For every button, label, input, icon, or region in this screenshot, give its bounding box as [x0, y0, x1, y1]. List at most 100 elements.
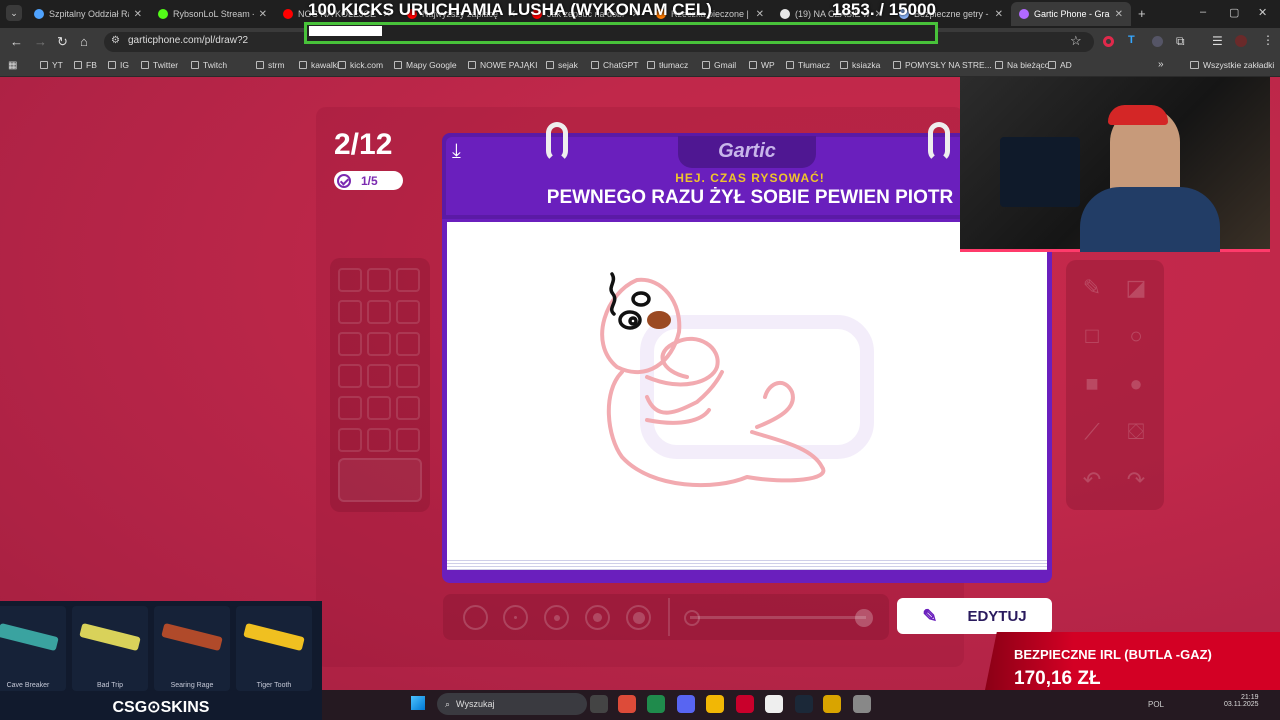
- download-icon[interactable]: ⤓: [452, 140, 461, 163]
- color-swatch[interactable]: [367, 300, 391, 324]
- minimize-icon[interactable]: –: [1200, 6, 1206, 18]
- settings-icon[interactable]: [853, 695, 871, 713]
- close-tab-icon[interactable]: ✕: [756, 9, 764, 20]
- close-tab-icon[interactable]: ✕: [1115, 9, 1123, 20]
- bookmark-item[interactable]: NOWE PAJĄKI: [468, 60, 537, 70]
- forward-icon[interactable]: →: [34, 34, 47, 49]
- record-extension-icon[interactable]: [1103, 36, 1114, 47]
- system-clock[interactable]: 21:19 03.11.2025: [1224, 694, 1259, 708]
- menu-icon[interactable]: ⋮: [1262, 33, 1274, 47]
- skin-card[interactable]: Cave Breaker: [0, 606, 66, 691]
- bookmark-item[interactable]: WP: [749, 60, 775, 70]
- new-tab-icon[interactable]: +: [1138, 6, 1146, 21]
- maximize-icon[interactable]: ▢: [1229, 6, 1239, 19]
- game-app-icon[interactable]: [823, 695, 841, 713]
- bookmark-item[interactable]: Twitch: [191, 60, 227, 70]
- skin-card[interactable]: Tiger Tooth: [236, 606, 312, 691]
- notepad-icon[interactable]: [765, 695, 783, 713]
- back-icon[interactable]: ←: [10, 34, 23, 49]
- browser-tab[interactable]: RybsonLoL Stream - ✕: [150, 2, 275, 26]
- opera-icon[interactable]: [736, 695, 754, 713]
- apps-grid-icon[interactable]: ▦: [8, 60, 17, 71]
- edit-button[interactable]: ✎ EDYTUJ: [897, 598, 1052, 634]
- bookmark-item[interactable]: ksiazka: [840, 60, 880, 70]
- bookmark-item[interactable]: sejak: [546, 60, 578, 70]
- color-swatch[interactable]: [338, 332, 362, 356]
- task-view-icon[interactable]: [590, 695, 608, 713]
- shield-app-icon[interactable]: [647, 695, 665, 713]
- bookmark-item[interactable]: Na bieżąco: [995, 60, 1050, 70]
- discord-icon[interactable]: [677, 695, 695, 713]
- color-swatch[interactable]: [396, 396, 420, 420]
- language-indicator[interactable]: POL: [1148, 700, 1164, 709]
- site-info-icon[interactable]: ⚙: [111, 35, 120, 46]
- chrome-icon[interactable]: [618, 695, 636, 713]
- bookmark-item[interactable]: YT: [40, 60, 63, 70]
- home-icon[interactable]: ⌂: [80, 34, 88, 49]
- color-swatch[interactable]: [396, 268, 420, 292]
- bookmark-item[interactable]: POMYSŁY NA STRE...: [893, 60, 992, 70]
- close-window-icon[interactable]: ✕: [1258, 6, 1267, 19]
- color-swatch[interactable]: [338, 364, 362, 388]
- bookmark-item[interactable]: Twitter: [141, 60, 178, 70]
- skin-card[interactable]: Searing Rage: [154, 606, 230, 691]
- color-swatch[interactable]: [367, 332, 391, 356]
- more-bookmarks-icon[interactable]: »: [1158, 59, 1164, 70]
- bookmark-item[interactable]: IG: [108, 60, 129, 70]
- bookmark-star-icon[interactable]: ☆: [1070, 33, 1082, 49]
- skin-card[interactable]: Bad Trip: [72, 606, 148, 691]
- bookmark-item[interactable]: kick.com: [338, 60, 383, 70]
- brush-size-button[interactable]: [503, 605, 528, 630]
- bucket-icon[interactable]: ⛋: [1118, 414, 1154, 450]
- brush-size-button[interactable]: [544, 605, 569, 630]
- reading-list-icon[interactable]: ☰: [1212, 34, 1223, 48]
- bookmark-item[interactable]: AD: [1048, 60, 1072, 70]
- color-swatch[interactable]: [338, 396, 362, 420]
- browser-tab[interactable]: Szpitalny Oddział Ra ✕: [26, 2, 150, 26]
- color-preview[interactable]: [338, 458, 422, 502]
- browser-tab[interactable]: Gartic Phone - Gra w ✕: [1011, 2, 1131, 26]
- pencil-icon[interactable]: ✎: [1074, 270, 1110, 306]
- filled-circle-icon[interactable]: ●: [1118, 366, 1154, 402]
- profile-avatar[interactable]: [1235, 35, 1247, 47]
- brush-size-button[interactable]: [585, 605, 610, 630]
- circle-icon[interactable]: ○: [1118, 318, 1154, 354]
- square-icon[interactable]: □: [1074, 318, 1110, 354]
- steam-icon[interactable]: [795, 695, 813, 713]
- bookmark-item[interactable]: strm: [256, 60, 285, 70]
- bookmark-item[interactable]: FB: [74, 60, 97, 70]
- brush-size-button[interactable]: [626, 605, 651, 630]
- bookmark-item[interactable]: tłumacz: [647, 60, 688, 70]
- color-swatch[interactable]: [367, 428, 391, 452]
- taskbar-search[interactable]: ⌕ Wyszukaj: [437, 693, 587, 715]
- bookmark-item[interactable]: Tłumacz: [786, 60, 830, 70]
- line-icon[interactable]: ⟋: [1074, 414, 1110, 450]
- color-swatch[interactable]: [367, 396, 391, 420]
- extensions-puzzle-icon[interactable]: ⧉: [1176, 34, 1185, 49]
- translate-extension-icon[interactable]: T: [1128, 34, 1135, 46]
- opacity-slider-handle[interactable]: [855, 609, 873, 627]
- all-bookmarks-button[interactable]: Wszystkie zakładki: [1190, 60, 1274, 70]
- opacity-slider[interactable]: [690, 616, 866, 619]
- bookmark-item[interactable]: kawalki: [299, 60, 339, 70]
- bookmark-item[interactable]: Mapy Google: [394, 60, 457, 70]
- reload-icon[interactable]: ↻: [57, 34, 68, 50]
- file-explorer-icon[interactable]: [706, 695, 724, 713]
- bookmark-item[interactable]: Gmail: [702, 60, 736, 70]
- color-swatch[interactable]: [338, 300, 362, 324]
- color-swatch[interactable]: [396, 428, 420, 452]
- color-swatch[interactable]: [396, 300, 420, 324]
- close-tab-icon[interactable]: ✕: [259, 9, 267, 20]
- bookmark-item[interactable]: ChatGPT: [591, 60, 638, 70]
- tab-list-button[interactable]: ⌄: [6, 5, 22, 21]
- color-swatch[interactable]: [367, 268, 391, 292]
- extension-icon[interactable]: [1152, 36, 1163, 47]
- color-swatch[interactable]: [338, 268, 362, 292]
- undo-icon[interactable]: ↶: [1074, 462, 1110, 498]
- close-tab-icon[interactable]: ✕: [995, 9, 1003, 20]
- close-tab-icon[interactable]: ✕: [134, 9, 142, 20]
- eraser-icon[interactable]: ◪: [1118, 270, 1154, 306]
- color-swatch[interactable]: [338, 428, 362, 452]
- color-swatch[interactable]: [396, 332, 420, 356]
- windows-start-icon[interactable]: [411, 696, 425, 710]
